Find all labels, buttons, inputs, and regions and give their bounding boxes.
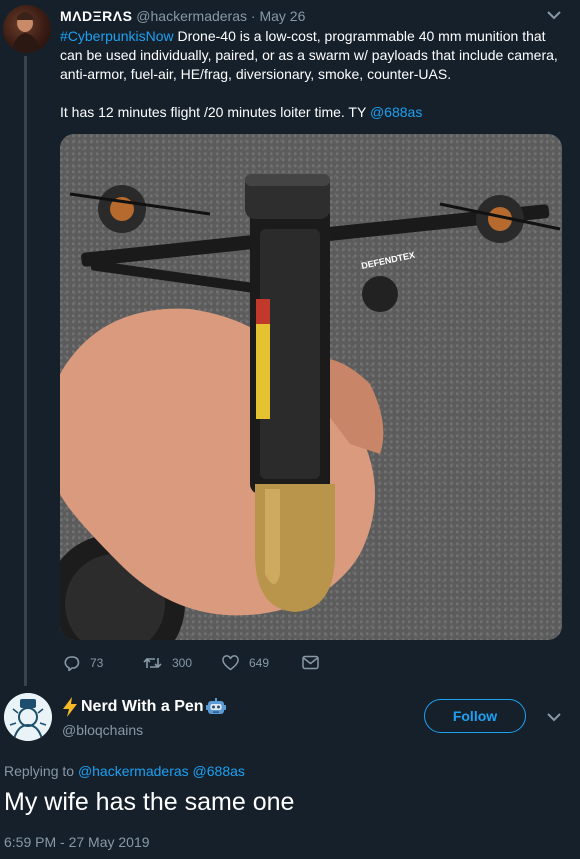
author-avatar[interactable] xyxy=(3,5,51,53)
reply-timestamp[interactable]: 6:59 PM - 27 May 2019 xyxy=(4,834,150,850)
reply-author-handle[interactable]: @bloqchains xyxy=(62,722,143,738)
replying-to-mention-1[interactable]: @hackermaderas xyxy=(78,763,189,779)
tweet-header: MΛDΞRΛS @hackermaderas · May 26 xyxy=(60,8,305,24)
hashtag-link[interactable]: #CyberpunkisNow xyxy=(60,28,174,44)
like-icon xyxy=(222,655,239,671)
retweet-icon xyxy=(143,657,162,669)
meta-separator: · xyxy=(247,8,260,24)
caret-down-icon[interactable] xyxy=(547,10,561,20)
follow-button[interactable]: Follow xyxy=(424,699,526,733)
tweet-photo[interactable]: DEFENDTEX xyxy=(60,134,562,640)
retweet-action[interactable]: 300 xyxy=(143,655,192,671)
mention-link[interactable]: @688as xyxy=(370,104,422,120)
robot-emoji xyxy=(205,698,226,714)
dm-icon xyxy=(302,655,319,670)
author-name[interactable]: MΛDΞRΛS xyxy=(60,8,132,24)
tweet-date[interactable]: May 26 xyxy=(259,8,305,24)
tweet-text-body-2: It has 12 minutes flight /20 minutes loi… xyxy=(60,104,370,120)
replying-to-line: Replying to @hackermaderas @688as xyxy=(4,763,245,779)
lightning-emoji xyxy=(63,697,77,717)
thread-line xyxy=(24,56,27,686)
retweet-count: 300 xyxy=(172,656,193,670)
like-action[interactable]: 649 xyxy=(222,655,269,671)
reply-author-avatar[interactable] xyxy=(4,693,52,741)
reply-icon xyxy=(64,656,80,671)
author-handle[interactable]: @hackermaderas xyxy=(136,8,247,24)
reply-author-name[interactable]: Nerd With a Pen xyxy=(81,698,204,716)
replying-to-mention-2[interactable]: @688as xyxy=(193,763,245,779)
caret-down-icon[interactable] xyxy=(547,712,561,722)
tweet-text: #CyberpunkisNow Drone-40 is a low-cost, … xyxy=(60,27,560,122)
reply-count: 73 xyxy=(90,656,104,670)
reply-author-line: Nerd With a Pen xyxy=(62,697,226,717)
reply-text: My wife has the same one xyxy=(4,788,295,816)
like-count: 649 xyxy=(249,656,270,670)
reply-action[interactable]: 73 xyxy=(64,655,103,671)
dm-action[interactable] xyxy=(302,655,329,670)
replying-to-label: Replying to xyxy=(4,763,78,779)
